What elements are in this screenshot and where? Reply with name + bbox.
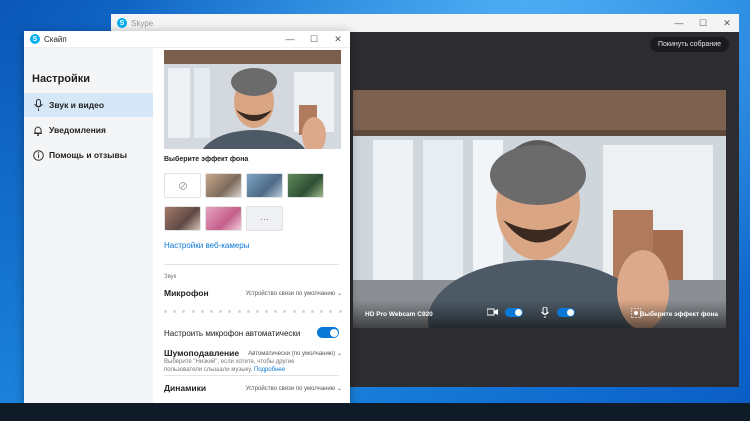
auto-mic-toggle[interactable]: [317, 327, 339, 338]
dialog-close-button[interactable]: ✕: [326, 34, 350, 45]
microphone-toggle[interactable]: [557, 308, 575, 317]
noise-suppression-note: Выберите "Низкий", если хотите, чтобы др…: [164, 358, 314, 374]
effect-room-tile[interactable]: [164, 206, 201, 231]
noise-suppression-value: Автоматически (по умолчанию): [248, 351, 336, 357]
effect-more-tile[interactable]: ···: [246, 206, 283, 231]
microphone-icon: [541, 307, 549, 318]
settings-dialog: S Скайп — ☐ ✕ Настройки Звук и видео Уве…: [24, 31, 350, 403]
chevron-down-icon: ⌄: [336, 351, 342, 357]
settings-content: Выберите эффект фона ··· Настройки веб-к…: [153, 48, 350, 403]
sidebar-item-label: Звук и видео: [49, 100, 105, 110]
skype-logo-icon: S: [30, 34, 40, 44]
no-effect-icon: [179, 182, 187, 190]
close-button[interactable]: ✕: [715, 18, 739, 29]
sidebar-item-label: Помощь и отзывы: [49, 150, 128, 160]
speakers-label: Динамики: [164, 383, 207, 393]
sidebar-item-label: Уведомления: [49, 125, 106, 135]
video-camera-icon: [487, 308, 498, 316]
maximize-button[interactable]: ☐: [691, 18, 715, 29]
noise-suppression-label: Шумоподавление: [164, 348, 240, 358]
microphone-level-meter: [164, 310, 342, 313]
auto-mic-label: Настроить микрофон автоматически: [164, 329, 301, 338]
more-icon: ···: [260, 213, 269, 224]
microphone-select-value: Устройство связи по умолчанию: [245, 291, 336, 297]
learn-more-link[interactable]: Подробнее: [254, 367, 285, 373]
call-window-titlebar: S Skype — ☐ ✕: [111, 14, 739, 32]
section-divider: [164, 375, 339, 376]
camera-preview-image: [164, 50, 341, 149]
effect-nature-tile[interactable]: [287, 173, 324, 198]
sidebar-item-help[interactable]: Помощь и отзывы: [24, 143, 153, 167]
settings-heading: Настройки: [32, 73, 91, 85]
chevron-down-icon: ⌄: [336, 291, 342, 297]
camera-preview: [164, 50, 341, 149]
bell-icon: [27, 125, 49, 136]
call-video-preview: HD Pro Webcam C920 Выберите эффект фона: [353, 90, 726, 328]
section-divider: [164, 264, 339, 265]
effect-none-tile[interactable]: [164, 173, 201, 198]
minimize-button[interactable]: —: [667, 18, 691, 28]
webcam-settings-link[interactable]: Настройки веб-камеры: [164, 241, 250, 250]
settings-sidebar: Настройки Звук и видео Уведомления Помощ…: [24, 48, 153, 403]
info-icon: [27, 149, 49, 161]
dialog-minimize-button[interactable]: —: [278, 34, 302, 44]
effect-blur-tile[interactable]: [205, 173, 242, 198]
dialog-titlebar: S Скайп — ☐ ✕: [24, 31, 350, 48]
camera-feed-illustration: [353, 90, 726, 328]
leave-meeting-button[interactable]: Покинуть собрание: [650, 37, 729, 52]
noise-suppression-select[interactable]: Автоматически (по умолчанию) ⌄: [248, 350, 342, 357]
dialog-title: Скайп: [44, 34, 67, 44]
speakers-select[interactable]: Устройство связи по умолчанию ⌄: [246, 385, 342, 392]
video-toggle[interactable]: [505, 308, 523, 317]
taskbar: [0, 403, 750, 421]
speakers-select-value: Устройство связи по умолчанию: [245, 386, 336, 392]
effect-office-tile[interactable]: [246, 173, 283, 198]
chevron-down-icon: ⌄: [336, 386, 342, 392]
dialog-maximize-button[interactable]: ☐: [302, 34, 326, 45]
camera-device-selector[interactable]: HD Pro Webcam C920: [365, 311, 433, 318]
effect-pink-tile[interactable]: [205, 206, 242, 231]
background-effect-button[interactable]: Выберите эффект фона: [640, 311, 718, 318]
microphone-select[interactable]: Устройство связи по умолчанию ⌄: [246, 290, 342, 297]
skype-logo-icon: S: [117, 18, 127, 28]
audio-section-label: Звук: [164, 274, 177, 280]
sidebar-item-notifications[interactable]: Уведомления: [24, 118, 153, 142]
microphone-label: Микрофон: [164, 288, 209, 298]
call-window-title: Skype: [131, 18, 154, 28]
microphone-icon: [27, 99, 49, 111]
background-effect-title: Выберите эффект фона: [164, 156, 249, 163]
sidebar-item-audio-video[interactable]: Звук и видео: [24, 93, 153, 117]
